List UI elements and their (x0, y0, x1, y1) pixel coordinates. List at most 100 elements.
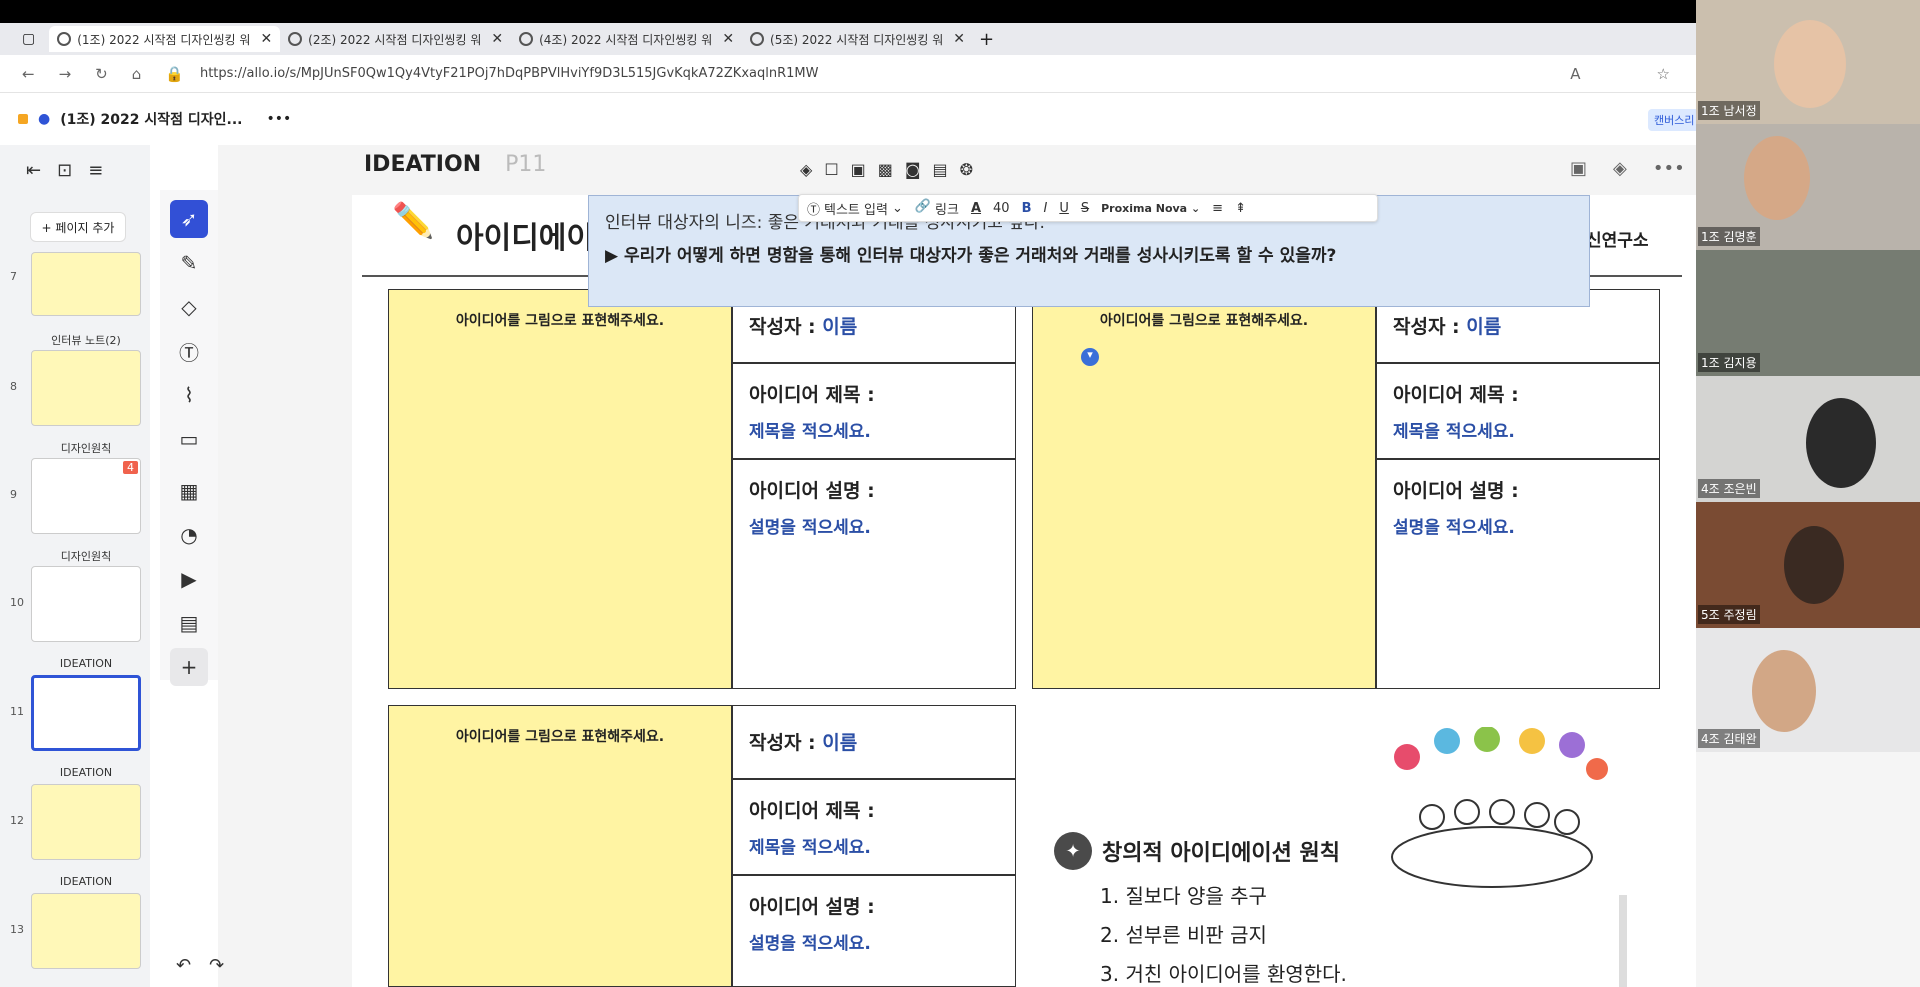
page-thumbnail-7[interactable] (31, 252, 141, 316)
idea-title-cell[interactable]: 아이디어 제목 : 제목을 적으세요. (732, 779, 1016, 875)
more-options-icon[interactable]: ••• (1653, 158, 1685, 179)
tab-actions-icon[interactable]: ▢ (22, 31, 35, 47)
browser-tab-4[interactable]: (5조) 2022 시작점 디자인씽킹 워 ✕ (742, 26, 973, 52)
url-field[interactable]: 🔒 https://allo.io/s/MpJUnSF0Qw1Qy4VtyF21P… (165, 65, 818, 83)
browser-tab-2[interactable]: (2조) 2022 시작점 디자인씽킹 워 ✕ (280, 26, 511, 52)
close-tab-icon[interactable]: ✕ (491, 31, 503, 47)
vertical-align-icon[interactable]: ⇞ (1235, 201, 1246, 216)
link-control[interactable]: 🔗 링크 (915, 199, 959, 218)
present-icon[interactable]: ⊡ (57, 160, 72, 181)
idea-sketch-box[interactable]: 아이디어를 그림으로 표현해주세요. (388, 705, 732, 987)
strikethrough-button[interactable]: S (1081, 201, 1089, 216)
layer-icon[interactable]: ◙ (905, 160, 921, 179)
add-page-button[interactable]: + 페이지 추가 (30, 212, 126, 242)
participant-face (1752, 650, 1816, 732)
video-tile[interactable]: 1조 김지용 (1696, 250, 1920, 376)
page-thumbnail-10[interactable] (31, 566, 141, 642)
comment-icon[interactable]: ▤ (932, 160, 947, 179)
paint-icon[interactable]: ◈ (1613, 158, 1627, 179)
pen-tool-icon[interactable]: ✎ (170, 244, 208, 282)
page-thumbnail-9[interactable]: 4 (31, 458, 141, 534)
idea-desc-cell[interactable]: 아이디어 설명 : 설명을 적으세요. (1376, 459, 1660, 689)
video-tile[interactable]: 1조 김명훈 (1696, 124, 1920, 250)
page-thumbnail-13[interactable] (31, 893, 141, 969)
pattern-icon[interactable]: ▩ (878, 160, 893, 179)
sticky-note-tool-icon[interactable]: ▭ (170, 420, 208, 458)
idea-desc-cell[interactable]: 아이디어 설명 : 설명을 적으세요. (732, 875, 1016, 987)
back-icon[interactable]: ← (22, 65, 35, 83)
redo-icon[interactable]: ↷ (209, 955, 224, 976)
collapse-sidebar-icon[interactable]: ⇤ (26, 160, 41, 181)
draw-hint: 아이디어를 그림으로 표현해주세요. (455, 729, 665, 745)
align-icon[interactable]: ≡ (1212, 201, 1223, 216)
lock-icon: 🔒 (165, 64, 184, 83)
video-tool-icon[interactable]: ▶ (170, 560, 208, 598)
shadow-icon[interactable]: ▣ (851, 160, 866, 179)
board-title: (1조) 2022 시작점 디자인... (60, 112, 243, 128)
home-icon[interactable]: ⌂ (132, 65, 142, 83)
location-pin-icon[interactable]: ▾ (1081, 348, 1099, 366)
slide-page[interactable]: ✏️ 아이디에이 아이디어를 그림으로 표현해주세요. 작성자 : 이름 아이디… (352, 195, 1696, 987)
page-title-text: IDEATION (364, 152, 482, 177)
italic-button[interactable]: I (1044, 201, 1048, 216)
search-icon[interactable]: ● (38, 111, 50, 127)
read-aloud-icon[interactable]: A (1570, 65, 1580, 83)
page-thumbnail-11[interactable] (31, 675, 141, 751)
idea-title-cell[interactable]: 아이디어 제목 : 제목을 적으세요. (732, 363, 1016, 459)
close-tab-icon[interactable]: ✕ (260, 31, 272, 47)
select-tool-icon[interactable]: ➶ (170, 200, 208, 238)
undo-icon[interactable]: ↶ (176, 955, 191, 976)
page-thumbnail-8[interactable] (31, 350, 141, 426)
video-tile[interactable]: 5조 주정림 (1696, 502, 1920, 628)
video-tile[interactable]: 1조 남서정 (1696, 0, 1920, 124)
pencil-illustration-icon: ✏️ (392, 201, 435, 241)
page-label: IDEATION (59, 875, 113, 888)
video-tile[interactable]: 4조 김태완 (1696, 628, 1920, 752)
more-tools-icon[interactable]: + (170, 648, 208, 686)
text-color-icon[interactable]: A (971, 201, 981, 216)
page-label: 인터뷰 노트(2) (51, 334, 121, 347)
shape-tool-icon[interactable]: ◇ (170, 288, 208, 326)
text-tool-icon[interactable]: Ⓣ (170, 332, 208, 370)
font-size-field[interactable]: 40 (993, 201, 1010, 216)
fill-icon[interactable]: ◈ (800, 160, 812, 179)
attach-tool-icon[interactable]: ⌇ (170, 376, 208, 414)
idea-desc-cell[interactable]: 아이디어 설명 : 설명을 적으세요. (732, 459, 1016, 689)
border-icon[interactable]: ☐ (824, 160, 838, 179)
text-input-control[interactable]: Ⓣ 텍스트 입력 ⌄ (807, 199, 903, 218)
canvas-badge[interactable]: 캔버스리 (1648, 109, 1701, 131)
close-tab-icon[interactable]: ✕ (722, 31, 734, 47)
font-family-select[interactable]: Proxima Nova ⌄ (1101, 202, 1200, 215)
comment-tool-icon[interactable]: ▤ (170, 604, 208, 642)
page-title: IDEATION P11 (364, 152, 546, 177)
video-tile[interactable]: 4조 조은빈 (1696, 376, 1920, 502)
browser-tab-3[interactable]: (4조) 2022 시작점 디자인씽킹 워 ✕ (511, 26, 742, 52)
idea-title-cell[interactable]: 아이디어 제목 : 제목을 적으세요. (1376, 363, 1660, 459)
favorite-icon[interactable]: ☆ (1657, 65, 1670, 83)
tab-label: (4조) 2022 시작점 디자인씽킹 워 (539, 32, 713, 47)
author-label: 작성자 : (1393, 316, 1460, 338)
scroll-indicator[interactable] (1619, 895, 1627, 987)
table-tool-icon[interactable]: ▦ (170, 472, 208, 510)
idea-desc-label: 아이디어 설명 : (749, 480, 875, 502)
underline-button[interactable]: U (1059, 201, 1069, 216)
page-number: 7 (10, 270, 17, 283)
forward-icon[interactable]: → (59, 65, 72, 83)
new-tab-icon[interactable]: + (979, 29, 994, 50)
screen-top-bar (0, 0, 1920, 23)
list-view-icon[interactable]: ≡ (88, 160, 103, 181)
bold-button[interactable]: B (1022, 201, 1032, 216)
page-settings-icon[interactable]: ▣ (1570, 158, 1587, 179)
idea-sketch-box[interactable]: 아이디어를 그림으로 표현해주세요. ▾ (1032, 289, 1376, 689)
reload-icon[interactable]: ↻ (95, 65, 108, 83)
more-icon[interactable]: ••• (266, 111, 291, 127)
author-cell[interactable]: 작성자 : 이름 (732, 705, 1016, 779)
idea-title-label: 아이디어 제목 : (749, 800, 875, 822)
reaction-icon[interactable]: ❂ (960, 160, 973, 179)
browser-tab-1[interactable]: (1조) 2022 시작점 디자인씽킹 워 ✕ (49, 26, 281, 52)
idea-sketch-box[interactable]: 아이디어를 그림으로 표현해주세요. (388, 289, 732, 689)
author-label: 작성자 : (749, 316, 816, 338)
page-thumbnail-12[interactable] (31, 784, 141, 860)
close-tab-icon[interactable]: ✕ (953, 31, 965, 47)
sticker-tool-icon[interactable]: ◔ (170, 516, 208, 554)
